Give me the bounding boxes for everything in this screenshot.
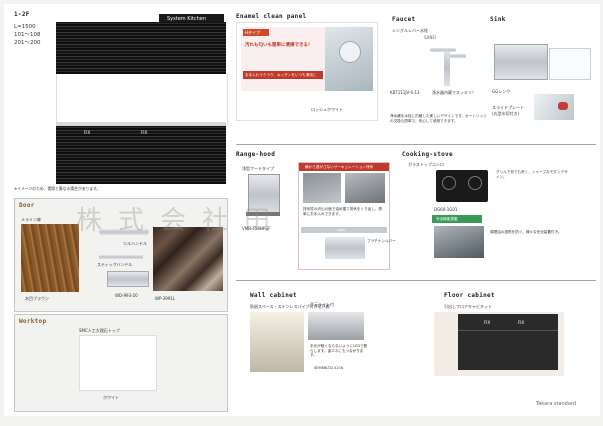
sink-plate: スライドプレート [492,105,524,110]
safety-tag-bar: 安全機能搭載 [432,215,482,223]
faucet-model: シングルレバー水栓 [392,28,428,33]
enamel-brand-tag: Hタイプ [245,30,261,35]
spec-sheet: 1-2F L=1500 101～108 201～200 System Kitch… [4,4,600,416]
faucet-desc: 浄水器を水栓に内蔵した美しいデザインです。カートリッジの交換も簡単で、安心して使… [390,114,487,123]
enamel-subline-bar: お手入れラクラク、キッチンをいつも清潔に [243,71,323,79]
footer-brand: Takara standard [536,401,577,407]
enamel-colour: ロッシュホワイト [311,107,343,112]
enamel-brand-bar: Hタイプ [243,29,269,36]
worktop-sample [79,335,157,391]
wall-cabinet-photo [250,312,304,372]
floor-label: 1-2F [14,11,30,18]
handle-b-label: スティックハンドル [97,262,133,267]
wall-light-photo [308,312,364,340]
handle-b-image [99,255,143,259]
wall-light: 手元ライト付 [310,302,334,307]
range-photo-1 [303,173,341,203]
floor-cabinet-body: FIX FIX [458,314,558,370]
floor-spec: 引出しフロアキャビネット [444,304,492,309]
range-title: Range-hood [236,151,276,158]
watermark-text: 株式会社田 [76,206,287,236]
range-desc: 排気質の沢山の面で油め獲て排気をくり返し、簡単にお手入れできます。 [303,207,383,216]
stove-bubble: グリルで何でも焎く、シャープなモダンデザイン。 [496,170,568,179]
faucet-lever [450,54,466,58]
wall-code: SEMEBLTD-321K [314,366,344,370]
handle-a-label: ツルハンドル [123,241,147,246]
worktop-spec: SMC人工大理石トップ [79,328,120,333]
floor-title: Floor cabinet [444,292,495,299]
stove-safety-photo [434,226,484,258]
faucet-title: Faucet [392,16,416,23]
range-feature-panel: 横から逃がさないサーキュレーション排気 排気質の沢山の面で油め獲て排気をくり返し… [298,162,396,270]
wall-title: Wall cabinet [250,292,297,299]
dim-1: L=1500 [14,24,36,30]
enamel-ad-block: Hタイプ 汚れも匂いも簡単に清掃できる！ お手入れラクラク、キッチンをいつも清潔… [241,27,325,91]
door-code-b: WD-993-20 [115,293,138,298]
door-badge: メラミン扉 [21,217,41,222]
range-photo-2 [345,173,385,203]
range-headline: 横から逃がさないサーキュレーション排気 [305,165,374,169]
stove-safety-desc: 調理油の過熱を防ぐ、様々な安全装置付き。 [490,230,562,234]
sink-closeup [549,48,591,80]
handle-c-image [107,271,149,287]
tomato-icon [558,102,568,110]
faucet-brand: SANEI [424,35,437,40]
range-swatch-sample [325,237,365,259]
sink-title: Sink [490,16,506,23]
slide-plate-image [534,94,574,120]
kitchen-elevation: FIX FIX [56,22,228,184]
door-wood-sample [21,224,79,292]
stove-safety-tag: 安全機能搭載 [436,217,458,221]
fix-label-1: FIX [84,130,91,135]
enamel-headline: 汚れも匂いも簡単に清掃できる！ [245,43,313,48]
door-code-a: 木目ブラウン [25,296,49,301]
range-model-label: 浅型フードタイプ [242,166,274,171]
door-title: Door [19,202,35,209]
worktop-panel: Worktop SMC人工大理石トップ ホワイト [14,314,228,412]
dim-2: 101～108 [14,32,41,38]
enamel-photo [325,27,373,91]
worktop-colour: ホワイト [103,395,119,400]
faucet-spout [430,48,456,52]
fix-label-4: FIX [518,320,525,325]
burner-right-icon [468,176,482,190]
faucet-feature: 浄水器内蔵でスッキリ！ [432,90,476,95]
faucet-image [424,44,474,88]
wall-desc: 手元が暗くならないようにLEDで照らします。省エネにもつながります。 [310,344,368,357]
fix-label-3: FIX [484,320,491,325]
fix-label-2: FIX [141,130,148,135]
faucet-code: K87111JV-S-13 [390,90,420,95]
worktop-title: Worktop [19,318,47,325]
range-headline-bar: 横から逃がさないサーキュレーション排気 [299,163,389,171]
sink-image [494,44,548,80]
range-swatch-bar: color [301,227,387,233]
image-note: ※イメージのため、実際と異なる場合があります。 [14,186,101,191]
floor-cabinet-photo: FIX FIX [434,312,564,376]
sink-plate-note: (丸型水切付き) [492,111,520,116]
divider-1 [236,144,596,145]
range-swatch-label: color [337,228,346,232]
drawer-line [458,330,558,331]
wall-cabinet-image [56,22,226,74]
backsplash-area [56,74,228,124]
divider-2 [236,280,596,281]
stove-title: Cooking-stove [402,151,453,158]
range-swatch-name: プラチナシルバー [367,239,396,243]
door-code-c: WP-3991L [155,296,176,301]
sink-code: GGシンク [492,89,511,94]
stove-code: DG60-1G01 [434,207,458,212]
burner-left-icon [442,176,456,190]
stove-image [436,170,488,202]
enamel-title: Enamel clean panel [236,13,307,20]
enamel-panel: Hタイプ 汚れも匂いも簡単に清掃できる！ お手入れラクラク、キッチンをいつも清潔… [236,22,378,121]
stove-model-label: ガラストップコンロ [408,162,444,167]
enamel-subline: お手入れラクラク、キッチンをいつも清潔に [245,73,317,77]
kettle-icon [339,41,361,63]
dim-3: 201～200 [14,40,41,46]
